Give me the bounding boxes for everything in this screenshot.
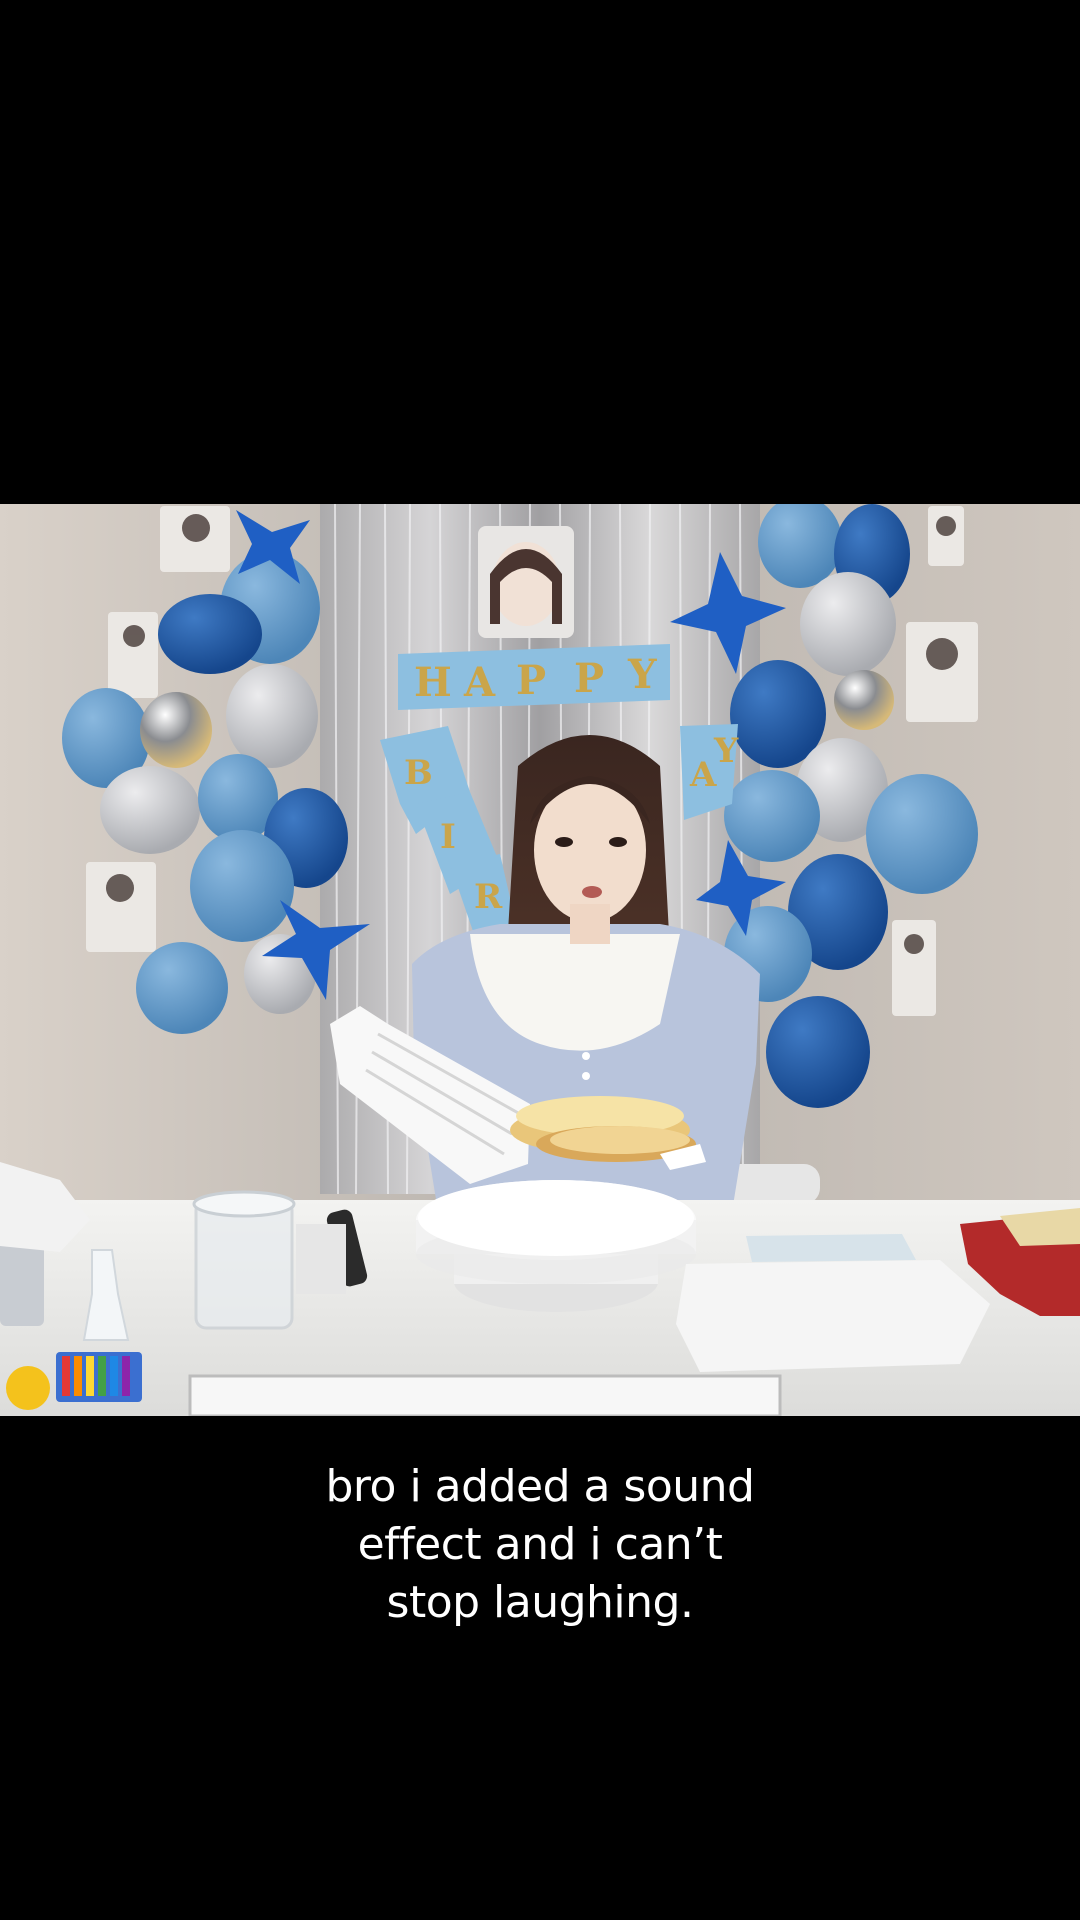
banner-letter: B bbox=[404, 753, 433, 793]
caption-overlay: bro i added a sound effect and i can’t s… bbox=[0, 1458, 1080, 1632]
banner-letter: Y bbox=[713, 731, 739, 771]
food-coloring-markers bbox=[56, 1352, 142, 1402]
portrait-photo bbox=[478, 526, 574, 638]
banner-letter: P bbox=[574, 655, 604, 702]
banner-letter: R bbox=[474, 877, 503, 917]
caption-line: stop laughing. bbox=[386, 1577, 694, 1628]
banner-letter: P bbox=[516, 657, 546, 704]
banner-letter: Y bbox=[627, 651, 657, 698]
caption-line: bro i added a sound bbox=[325, 1461, 755, 1512]
measuring-cup bbox=[192, 1190, 296, 1330]
banner-letter: A bbox=[689, 755, 717, 795]
banner-letter: H bbox=[414, 659, 452, 706]
video-frame[interactable]: H A P P Y B I R A Y bbox=[0, 504, 1080, 1416]
video-scene: H A P P Y B I R A Y bbox=[0, 504, 1080, 1416]
banner-letter: A bbox=[463, 659, 496, 706]
banner-letter: I bbox=[440, 817, 456, 857]
yellow-toy bbox=[6, 1366, 50, 1410]
caption-line: effect and i can’t bbox=[357, 1519, 723, 1570]
video-screen: H A P P Y B I R A Y bro i added a sound … bbox=[0, 0, 1080, 1920]
